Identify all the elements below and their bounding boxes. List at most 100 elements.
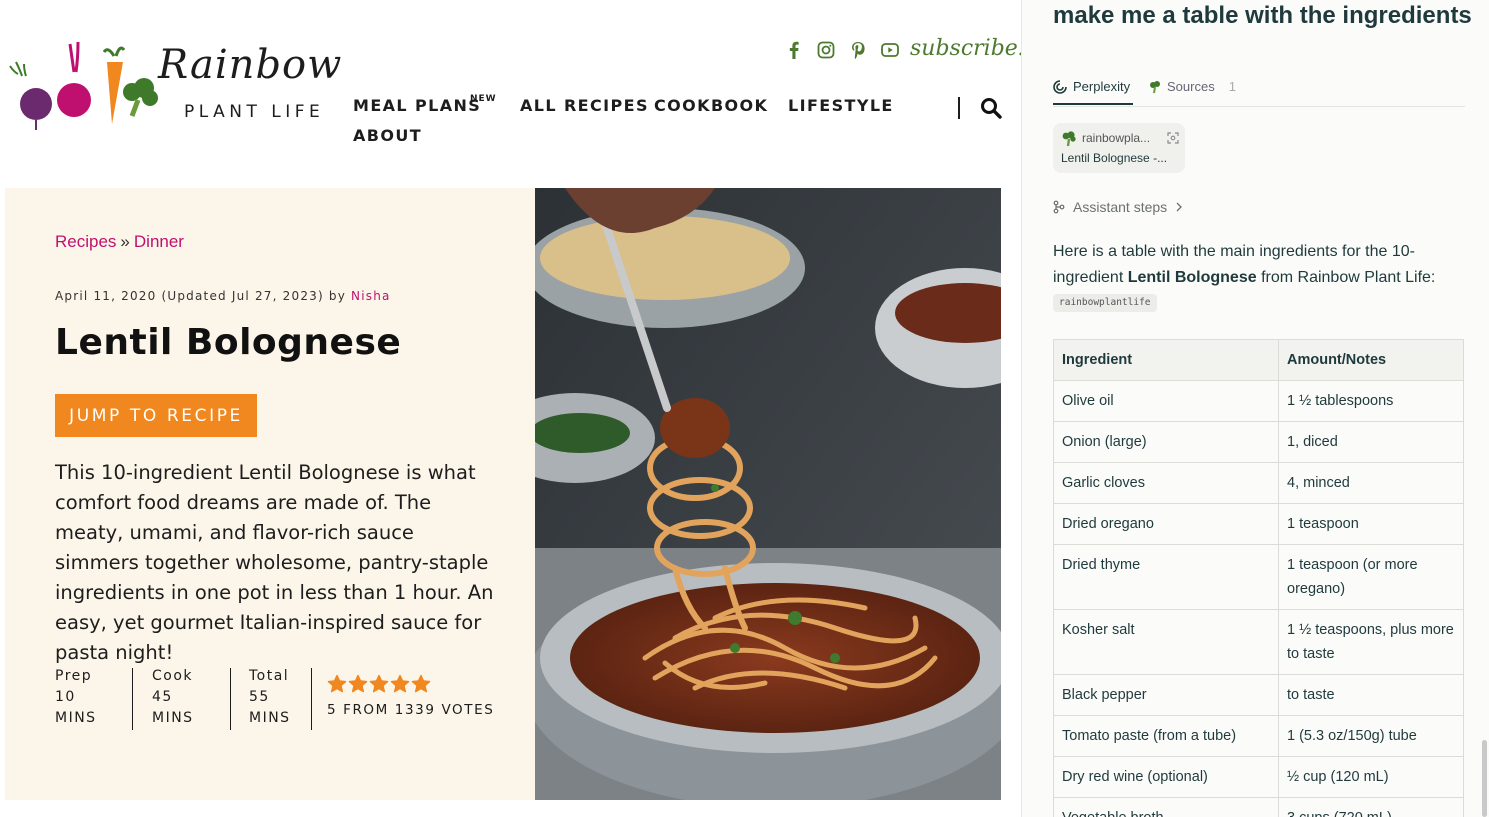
star-icon[interactable] (411, 674, 431, 694)
author-link[interactable]: Nisha (351, 289, 391, 303)
perplexity-icon (1053, 79, 1067, 94)
sources-count: 1 (1228, 79, 1236, 94)
time-divider (311, 668, 312, 730)
ingredient-cell: Kosher salt (1053, 609, 1279, 675)
assistant-steps-toggle[interactable]: Assistant steps (1053, 199, 1183, 215)
table-row: Dry red wine (optional) ½ cup (120 mL) (1053, 756, 1464, 798)
tab-perplexity-label: Perplexity (1073, 79, 1131, 94)
ingredient-cell: Garlic cloves (1053, 462, 1279, 504)
nav-meal-plans[interactable]: MEAL PLANS (353, 96, 481, 115)
search-icon[interactable] (980, 97, 1004, 121)
pinterest-icon[interactable] (848, 40, 868, 60)
table-row: Onion (large) 1, diced (1053, 421, 1464, 463)
expand-icon (1167, 132, 1179, 144)
amount-cell: 1 (5.3 oz/150g) tube (1278, 715, 1464, 757)
answer-bold: Lentil Bolognese (1127, 269, 1257, 286)
recipe-hero: Recipes» Dinner April 11, 2020 (Updated J… (5, 188, 535, 800)
ingredient-cell: Dried thyme (1053, 544, 1279, 610)
table-header-row: Ingredient Amount/Notes (1053, 339, 1464, 381)
star-icon[interactable] (327, 674, 347, 694)
answer-tabs: Perplexity Sources 1 (1053, 76, 1465, 107)
source-card[interactable]: rainbowpla... Lentil Bolognese -... (1053, 123, 1185, 173)
instagram-icon[interactable] (816, 40, 836, 60)
spaghetti-photo-illustration (535, 188, 1001, 800)
table-row: Tomato paste (from a tube) 1 (5.3 oz/150g… (1053, 715, 1464, 757)
ingredient-cell: Black pepper (1053, 674, 1279, 716)
subscribe-link[interactable]: subscribe! (910, 36, 1021, 61)
logo-sub-text: PLANT LIFE (184, 102, 325, 122)
table-row: Dried oregano 1 teaspoon (1053, 503, 1464, 545)
table-row: Kosher salt 1 ½ teaspoons, plus more to t… (1053, 609, 1464, 675)
breadcrumb-recipes[interactable]: Recipes (55, 232, 116, 251)
table-row: Dried thyme 1 teaspoon (or more oregano) (1053, 544, 1464, 610)
social-links (784, 40, 900, 60)
post-date: April 11, 2020 (Updated Jul 27, 2023) by (55, 289, 347, 303)
table-header-amount: Amount/Notes (1278, 339, 1464, 381)
star-rating[interactable] (327, 674, 431, 694)
cook-value: 45 (152, 689, 173, 705)
prep-time: Prep 10 MINS (55, 666, 97, 729)
recipe-hero-image (535, 188, 1001, 800)
nav-lifestyle[interactable]: LIFESTYLE (788, 96, 894, 115)
time-divider (132, 668, 133, 730)
user-query: make me a table with the ingredients (1053, 2, 1472, 29)
source-site: rainbowpla... (1082, 131, 1151, 145)
page-title: Lentil Bolognese (55, 322, 402, 363)
breadcrumb-separator: » (120, 232, 130, 251)
nav-cookbook[interactable]: COOKBOOK (654, 96, 768, 115)
facebook-icon[interactable] (784, 40, 804, 60)
breadcrumb: Recipes» Dinner (55, 232, 184, 252)
total-time: Total 55 MINS (249, 666, 291, 729)
amount-cell: ½ cup (120 mL) (1278, 756, 1464, 798)
total-unit: MINS (249, 710, 291, 726)
star-icon[interactable] (348, 674, 368, 694)
post-meta: April 11, 2020 (Updated Jul 27, 2023) by… (55, 289, 391, 303)
ingredients-table: Ingredient Amount/Notes Olive oil 1 ½ tab… (1053, 339, 1464, 817)
chevron-right-icon (1176, 202, 1183, 212)
amount-cell: 1 teaspoon (or more oregano) (1278, 544, 1464, 610)
answer-text: Here is a table with the main ingredient… (1053, 239, 1465, 291)
source-title: Lentil Bolognese -... (1061, 151, 1168, 165)
nav-about[interactable]: ABOUT (353, 126, 422, 145)
star-icon[interactable] (390, 674, 410, 694)
table-row: Black pepper to taste (1053, 674, 1464, 716)
broccoli-favicon-icon (1062, 131, 1076, 147)
tab-sources[interactable]: Sources 1 (1149, 79, 1236, 94)
ingredient-cell: Olive oil (1053, 380, 1279, 422)
scrollbar-thumb[interactable] (1482, 740, 1487, 817)
ingredient-cell: Vegetable broth (1053, 797, 1279, 817)
breadcrumb-dinner[interactable]: Dinner (134, 232, 184, 251)
cook-time: Cook 45 MINS (152, 666, 194, 729)
prep-label: Prep (55, 668, 93, 684)
table-row: Garlic cloves 4, minced (1053, 462, 1464, 504)
prep-unit: MINS (55, 710, 97, 726)
total-value: 55 (249, 689, 270, 705)
recipe-description: This 10-ingredient Lentil Bolognese is w… (55, 461, 494, 664)
answer-suffix: from Rainbow Plant Life: (1256, 269, 1436, 286)
youtube-icon[interactable] (880, 40, 900, 60)
amount-cell: to taste (1278, 674, 1464, 716)
table-header-ingredient: Ingredient (1053, 339, 1279, 381)
tab-perplexity[interactable]: Perplexity (1053, 79, 1134, 105)
jump-to-recipe-button[interactable]: JUMP TO RECIPE (55, 394, 257, 437)
recipe-page: Rainbow PLANT LIFE subscribe! MEAL PLANS… (0, 0, 1021, 817)
citation-chip[interactable]: rainbowplantlife (1053, 294, 1157, 312)
cook-unit: MINS (152, 710, 194, 726)
nav-all-recipes[interactable]: ALL RECIPES (520, 96, 649, 115)
table-row: Olive oil 1 ½ tablespoons (1053, 380, 1464, 422)
amount-cell: 3 cups (720 mL) (1278, 797, 1464, 817)
star-icon[interactable] (369, 674, 389, 694)
total-label: Total (249, 668, 290, 684)
ingredient-cell: Onion (large) (1053, 421, 1279, 463)
amount-cell: 4, minced (1278, 462, 1464, 504)
vegetable-logo-icon (9, 41, 158, 130)
votes-text: 5 FROM 1339 VOTES (327, 702, 495, 718)
branch-icon (1053, 200, 1065, 214)
table-row: Vegetable broth3 cups (720 mL) (1053, 797, 1464, 817)
amount-cell: 1 ½ teaspoons, plus more to taste (1278, 609, 1464, 675)
ingredient-cell: Dry red wine (optional) (1053, 756, 1279, 798)
tab-sources-label: Sources (1167, 79, 1215, 94)
ingredient-cell: Tomato paste (from a tube) (1053, 715, 1279, 757)
prep-value: 10 (55, 689, 76, 705)
ingredient-cell: Dried oregano (1053, 503, 1279, 545)
